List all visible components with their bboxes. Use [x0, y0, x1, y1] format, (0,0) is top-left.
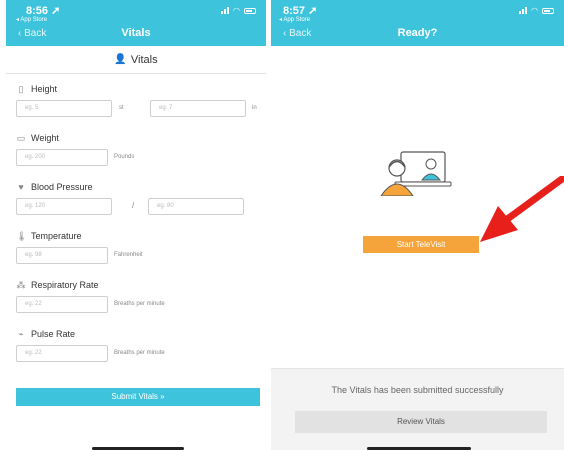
- temperature-input[interactable]: eg. 98: [16, 247, 108, 264]
- signal-icon: [221, 7, 230, 14]
- weight-label: Weight: [31, 133, 59, 143]
- inches-unit: in: [252, 105, 257, 111]
- wifi-icon: ◠: [233, 6, 240, 15]
- fahrenheit-unit: Fahrenheit: [114, 252, 143, 258]
- height-field: ▯ Height eg. 5 st eg. 7 in: [16, 74, 257, 123]
- success-message: The Vitals has been submitted successful…: [331, 385, 504, 395]
- respiratory-unit: Breaths per minute: [114, 301, 165, 307]
- doctor-televisit-illustration: [380, 151, 452, 196]
- signal-icon: [519, 7, 528, 14]
- ruler-icon: ▯: [18, 83, 24, 94]
- vitals-screen: 8:56 ➚ ◂ App Store ◠ ‹ Back Vitals 👤 Vit…: [6, 0, 266, 450]
- wifi-icon: ◠: [531, 6, 538, 15]
- bp-separator: /: [132, 201, 135, 210]
- temperature-label: Temperature: [31, 231, 82, 241]
- weight-field: ▭ Weight eg. 200 Pounds: [16, 123, 256, 172]
- vitals-form: ▯ Height eg. 5 st eg. 7 in ▭ Weight eg. 20…: [6, 74, 266, 368]
- respiratory-rate-field: ⁂ Respiratory Rate eg. 22 Breaths per min…: [16, 270, 256, 319]
- thermometer-icon: 🌡: [16, 230, 28, 241]
- respiratory-rate-label: Respiratory Rate: [31, 280, 99, 290]
- person-icon: 👤: [114, 54, 127, 65]
- pounds-unit: Pounds: [114, 154, 135, 160]
- pulse-unit: Breaths per minute: [114, 350, 165, 356]
- status-bar: 8:56 ➚ ◂ App Store ◠ ‹ Back Vitals: [6, 0, 266, 46]
- status-bar: 8:57 ➚ ◂ App Store ◠ ‹ Back Ready?: [271, 0, 564, 46]
- lungs-icon: ⁂: [16, 279, 26, 290]
- pulse-rate-input[interactable]: eg. 22: [16, 345, 108, 362]
- submission-footer: The Vitals has been submitted successful…: [271, 368, 564, 450]
- section-title: Vitals: [130, 53, 158, 66]
- weight-input[interactable]: eg. 200: [16, 149, 108, 166]
- heart-icon: ♥: [18, 181, 24, 192]
- page-title: Ready?: [397, 27, 438, 39]
- blood-pressure-label: Blood Pressure: [31, 182, 93, 192]
- battery-icon: [244, 7, 256, 14]
- respiratory-rate-input[interactable]: eg. 22: [16, 296, 108, 313]
- submit-vitals-button[interactable]: Submit Vitals »: [16, 388, 260, 406]
- battery-icon: [542, 7, 554, 14]
- height-inches-input[interactable]: eg. 7: [150, 100, 246, 117]
- systolic-input[interactable]: eg. 120: [16, 198, 112, 215]
- nav-bar: ‹ Back Ready?: [271, 22, 564, 46]
- blood-pressure-field: ♥ Blood Pressure eg. 120 / eg. 80: [16, 172, 256, 221]
- page-title: Vitals: [121, 27, 151, 39]
- diastolic-input[interactable]: eg. 80: [148, 198, 244, 215]
- red-arrow-annotation: [480, 176, 564, 242]
- temperature-field: 🌡 Temperature eg. 98 Fahrenheit: [16, 221, 256, 270]
- height-label: Height: [31, 84, 58, 94]
- pulse-icon: ⌁: [18, 328, 24, 339]
- pulse-rate-label: Pulse Rate: [31, 329, 76, 339]
- review-vitals-button[interactable]: Review Vitals: [295, 411, 547, 433]
- start-televisit-button[interactable]: Start TeleVisit: [363, 236, 479, 253]
- feet-unit: st: [119, 105, 124, 111]
- pulse-rate-field: ⌁ Pulse Rate eg. 22 Breaths per minute: [16, 319, 256, 368]
- height-feet-input[interactable]: eg. 5: [16, 100, 112, 117]
- nav-bar: ‹ Back Vitals: [6, 22, 266, 46]
- section-header: 👤 Vitals: [6, 46, 266, 74]
- scale-icon: ▭: [16, 132, 26, 143]
